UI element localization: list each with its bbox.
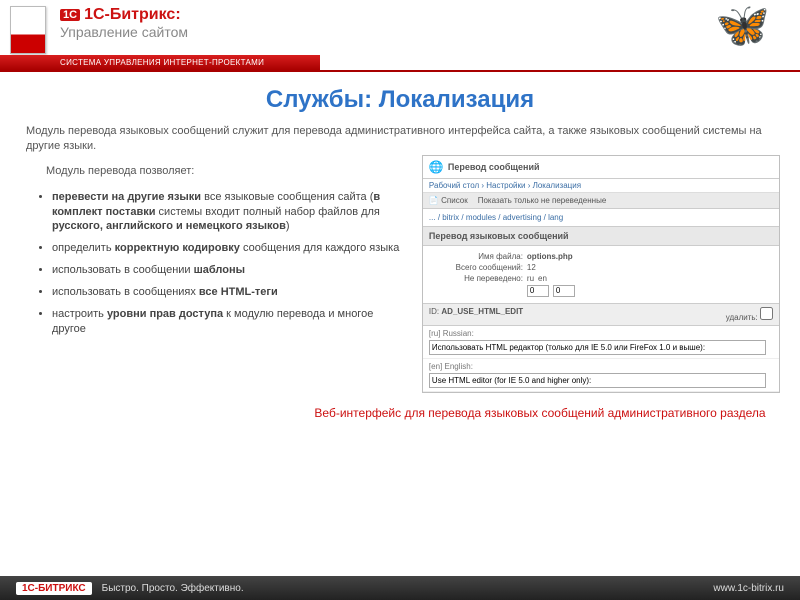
bold-text: русского, английского и немецкого языков (52, 220, 286, 232)
footer-slogan: Быстро. Просто. Эффективно. (102, 583, 244, 594)
bold-text: шаблоны (194, 264, 245, 276)
text: настроить (52, 308, 107, 320)
lang-label-ru: ru (527, 274, 534, 283)
brand-badge: 1С (60, 9, 80, 21)
bold-text: корректную кодировку (115, 242, 240, 254)
label-file: Имя файла: (443, 252, 523, 261)
lang-en-label: [en] English: (429, 362, 773, 371)
delete-checkbox[interactable] (760, 307, 773, 320)
col-delete-label: удалить: (726, 313, 758, 322)
screenshot-caption: Веб-интерфейс для перевода языковых сооб… (0, 405, 800, 422)
text: системы входит полный набор файлов для (156, 206, 380, 218)
col-id-label: ID: (429, 307, 439, 316)
text: Список (441, 196, 468, 205)
total-value: 12 (527, 263, 536, 272)
bold-text: уровни прав доступа (107, 308, 223, 320)
butterfly-icon: 🦋 (715, 4, 770, 48)
text: использовать в сообщениях (52, 286, 199, 298)
brand-block: 1С 1С-Битрикс: Управление сайтом (60, 6, 188, 40)
text: ) (286, 220, 290, 232)
label-total: Всего сообщений: (443, 263, 523, 272)
footer: 1С-БИТРИКС Быстро. Просто. Эффективно. w… (0, 576, 800, 600)
bold-text: все HTML-теги (199, 286, 278, 298)
list-item: определить корректную кодировку сообщени… (52, 241, 408, 256)
screenshot-titlebar: 🌐 Перевод сообщений (423, 156, 779, 179)
footer-site-url: www.1c-bitrix.ru (713, 583, 784, 594)
screenshot-panel: 🌐 Перевод сообщений Рабочий стол › Настр… (422, 155, 780, 393)
brand-name: 1С-Битрикс: (84, 6, 181, 24)
id-value: AD_USE_HTML_EDIT (441, 307, 523, 316)
screenshot-title: Перевод сообщений (448, 162, 540, 172)
lang-ru-label: [ru] Russian: (429, 329, 773, 338)
list-item: использовать в сообщении шаблоны (52, 263, 408, 278)
section-header: Перевод языковых сообщений (423, 227, 779, 246)
bold-text: перевести на другие языки (52, 191, 201, 203)
header-red-bar: СИСТЕМА УПРАВЛЕНИЯ ИНТЕРНЕТ-ПРОЕКТАМИ (0, 55, 320, 70)
feature-list: перевести на другие языки все языковые с… (20, 190, 408, 337)
list-item: использовать в сообщениях все HTML-теги (52, 285, 408, 300)
translation-en-input[interactable] (429, 373, 766, 388)
text: использовать в сообщении (52, 264, 194, 276)
list-item: перевести на другие языки все языковые с… (52, 190, 408, 235)
file-name-value: options.php (527, 252, 573, 261)
toolbar-link-list[interactable]: 📄 Список (429, 196, 468, 205)
footer-brand-badge: 1С-БИТРИКС (16, 582, 92, 595)
list-item: настроить уровни прав доступа к модулю п… (52, 307, 408, 337)
header: 1С 1С-Битрикс: Управление сайтом 🦋 СИСТЕ… (0, 0, 800, 72)
subintro-text: Модуль перевода позволяет: (20, 155, 408, 183)
globe-icon: 🌐 (429, 160, 444, 174)
text: определить (52, 242, 115, 254)
file-info: Имя файла: options.php Всего сообщений: … (423, 246, 779, 303)
untranslated-ru-input[interactable] (527, 285, 549, 297)
translation-ru-input[interactable] (429, 340, 766, 355)
product-box-image (10, 6, 50, 58)
toolbar-link-untranslated[interactable]: Показать только не переведенные (478, 196, 607, 205)
lang-label-en: en (538, 274, 547, 283)
brand-subtitle: Управление сайтом (60, 24, 188, 40)
intro-text: Модуль перевода языковых сообщений служи… (0, 124, 800, 155)
page-title: Службы: Локализация (0, 86, 800, 114)
path-bar: ... / bitrix / modules / advertising / l… (423, 209, 779, 227)
text: все языковые сообщения сайта ( (201, 191, 373, 203)
breadcrumb: Рабочий стол › Настройки › Локализация (423, 179, 779, 193)
untranslated-en-input[interactable] (553, 285, 575, 297)
screenshot-toolbar: 📄 Список Показать только не переведенные (423, 193, 779, 209)
text: сообщения для каждого языка (240, 242, 399, 254)
label-untranslated: Не переведено: (443, 274, 523, 283)
